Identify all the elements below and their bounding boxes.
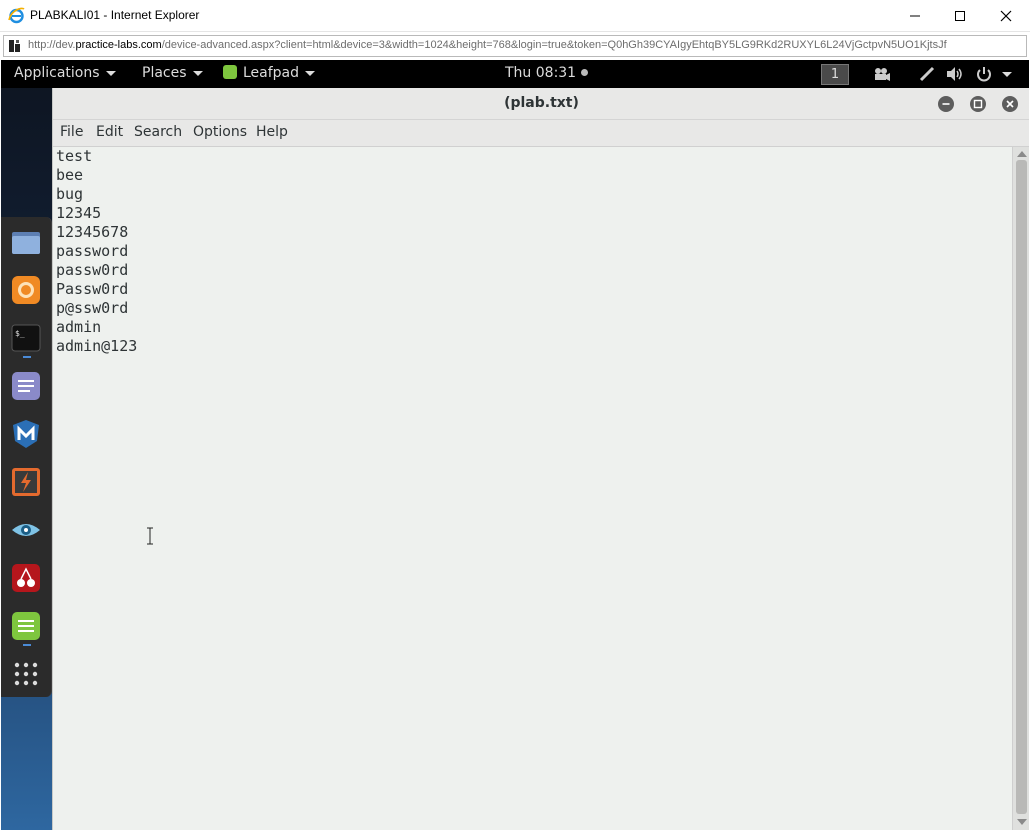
volume-icon[interactable] bbox=[946, 66, 964, 82]
menu-options[interactable]: Options bbox=[193, 124, 247, 140]
editor-minimize-button[interactable] bbox=[938, 96, 954, 112]
leafpad-icon bbox=[223, 65, 237, 79]
minimize-button[interactable] bbox=[892, 0, 938, 31]
maximize-icon bbox=[970, 96, 986, 112]
vertical-scrollbar[interactable] bbox=[1012, 147, 1029, 830]
text-line: bee bbox=[56, 166, 83, 185]
editor-close-button[interactable] bbox=[1002, 96, 1018, 112]
text-area[interactable]: test bee bug 12345 12345678 password pas… bbox=[53, 147, 1011, 830]
leafpad-icon[interactable] bbox=[11, 611, 41, 641]
chevron-down-icon bbox=[305, 71, 315, 76]
gnome-top-bar: Applications Places Leafpad Thu 08:31 1 bbox=[1, 60, 1029, 88]
text-line: password bbox=[56, 242, 128, 261]
minimize-icon bbox=[938, 96, 954, 112]
applications-menu[interactable]: Applications bbox=[14, 65, 116, 81]
url-text: http://dev.practice-labs.com/device-adva… bbox=[28, 39, 1024, 51]
clock[interactable]: Thu 08:31 bbox=[505, 65, 588, 81]
svg-text:$_: $_ bbox=[15, 329, 25, 338]
text-line: test bbox=[56, 147, 92, 166]
browser-titlebar: PLABKALI01 - Internet Explorer bbox=[0, 0, 1030, 32]
menu-bar: File Edit Search Options Help bbox=[53, 120, 1029, 147]
chevron-down-icon bbox=[193, 71, 203, 76]
text-line: 12345678 bbox=[56, 223, 128, 242]
leafpad-window: (plab.txt) File Edit Search Options Help… bbox=[52, 88, 1029, 830]
firefox-icon[interactable] bbox=[11, 275, 41, 305]
text-editor-icon[interactable] bbox=[11, 371, 41, 401]
text-line: p@ssw0rd bbox=[56, 299, 128, 318]
maximize-icon bbox=[954, 10, 966, 22]
show-apps-icon[interactable] bbox=[11, 659, 41, 689]
internet-explorer-icon bbox=[8, 7, 25, 24]
eye-icon[interactable] bbox=[11, 515, 41, 545]
menu-search[interactable]: Search bbox=[134, 124, 182, 140]
text-cursor-icon bbox=[145, 526, 155, 546]
chevron-down-icon[interactable] bbox=[1002, 72, 1012, 77]
remote-desktop: Applications Places Leafpad Thu 08:31 1 bbox=[1, 60, 1029, 830]
text-line: admin bbox=[56, 318, 101, 337]
power-icon[interactable] bbox=[975, 66, 993, 82]
editor-maximize-button[interactable] bbox=[970, 96, 986, 112]
dock: $_ bbox=[1, 217, 52, 697]
scroll-thumb[interactable] bbox=[1016, 160, 1027, 814]
menu-file[interactable]: File bbox=[60, 124, 83, 140]
window-title: PLABKALI01 - Internet Explorer bbox=[30, 8, 199, 22]
cherrytree-icon[interactable] bbox=[11, 563, 41, 593]
address-bar: http://dev.practice-labs.com/device-adva… bbox=[0, 32, 1030, 59]
close-icon bbox=[1002, 96, 1018, 112]
maximize-button[interactable] bbox=[937, 0, 983, 31]
chevron-down-icon bbox=[106, 71, 116, 76]
workspace-indicator[interactable]: 1 bbox=[821, 64, 849, 85]
notification-dot-icon bbox=[581, 69, 588, 76]
editor-title: (plab.txt) bbox=[53, 95, 1029, 111]
scroll-up-icon[interactable] bbox=[1017, 151, 1027, 157]
terminal-icon[interactable]: $_ bbox=[11, 323, 41, 353]
url-field[interactable]: http://dev.practice-labs.com/device-adva… bbox=[3, 35, 1027, 57]
scroll-down-icon[interactable] bbox=[1017, 819, 1027, 825]
running-indicator bbox=[23, 644, 31, 646]
files-icon[interactable] bbox=[11, 227, 41, 257]
text-line: 12345 bbox=[56, 204, 101, 223]
menu-edit[interactable]: Edit bbox=[96, 124, 123, 140]
menu-help[interactable]: Help bbox=[256, 124, 288, 140]
page-icon bbox=[7, 38, 23, 54]
running-indicator bbox=[23, 356, 31, 358]
text-line: Passw0rd bbox=[56, 280, 128, 299]
pen-icon[interactable] bbox=[918, 66, 936, 82]
burpsuite-icon[interactable] bbox=[11, 467, 41, 497]
editor-titlebar[interactable]: (plab.txt) bbox=[53, 88, 1029, 120]
places-menu[interactable]: Places bbox=[142, 65, 203, 81]
text-line: admin@123 bbox=[56, 337, 137, 356]
close-button[interactable] bbox=[983, 0, 1029, 31]
minimize-icon bbox=[909, 10, 921, 22]
close-icon bbox=[1000, 10, 1012, 22]
text-line: bug bbox=[56, 185, 83, 204]
video-camera-icon[interactable] bbox=[873, 66, 891, 82]
metasploit-icon[interactable] bbox=[11, 419, 41, 449]
leafpad-app-menu[interactable]: Leafpad bbox=[223, 65, 315, 81]
text-line: passw0rd bbox=[56, 261, 128, 280]
